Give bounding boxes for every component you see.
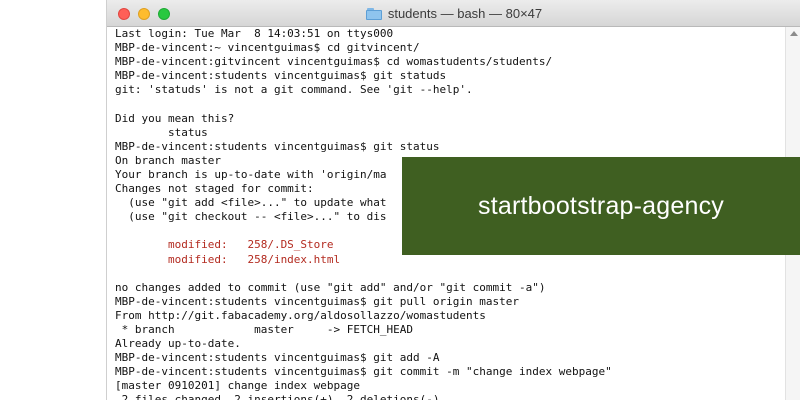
window-title-group: students — bash — 80×47 [107, 0, 800, 27]
terminal-line: From http://git.fabacademy.org/aldosolla… [115, 308, 486, 322]
terminal-line: MBP-de-vincent:students vincentguimas$ g… [115, 365, 612, 379]
folder-icon-body [365, 10, 382, 20]
window-titlebar[interactable]: students — bash — 80×47 [107, 0, 800, 27]
terminal-line: MBP-de-vincent:students vincentguimas$ g… [115, 139, 440, 153]
terminal-line: * branch master -> FETCH_HEAD [115, 322, 414, 336]
terminal-line: Last login: Tue Mar 8 14:03:51 on ttys00… [115, 27, 394, 40]
screenshot-page: students — bash — 80×47 Last login: Tue … [0, 0, 800, 400]
project-banner: startbootstrap-agency [402, 157, 800, 255]
terminal-line: status [115, 125, 208, 139]
terminal-line: [master 0910201] change index webpage [115, 379, 361, 393]
folder-icon [365, 8, 382, 20]
terminal-line: MBP-de-vincent:gitvincent vincentguimas$… [115, 55, 553, 69]
window-title: students — bash — 80×47 [387, 6, 543, 21]
terminal-line: MBP-de-vincent:~ vincentguimas$ cd gitvi… [115, 41, 420, 55]
scroll-up-arrow-icon[interactable] [790, 31, 798, 36]
terminal-line: MBP-de-vincent:students vincentguimas$ g… [115, 294, 519, 308]
terminal-line: 2 files changed, 2 insertions(+), 2 dele… [115, 393, 440, 400]
terminal-line: Did you mean this? [115, 111, 235, 125]
terminal-line: MBP-de-vincent:students vincentguimas$ g… [115, 69, 447, 83]
terminal-line: no changes added to commit (use "git add… [115, 280, 546, 294]
terminal-line: git: 'statuds' is not a git command. See… [115, 83, 473, 97]
terminal-line: MBP-de-vincent:students vincentguimas$ g… [115, 351, 440, 365]
banner-title: startbootstrap-agency [478, 191, 724, 220]
terminal-line: Already up-to-date. [115, 337, 241, 351]
